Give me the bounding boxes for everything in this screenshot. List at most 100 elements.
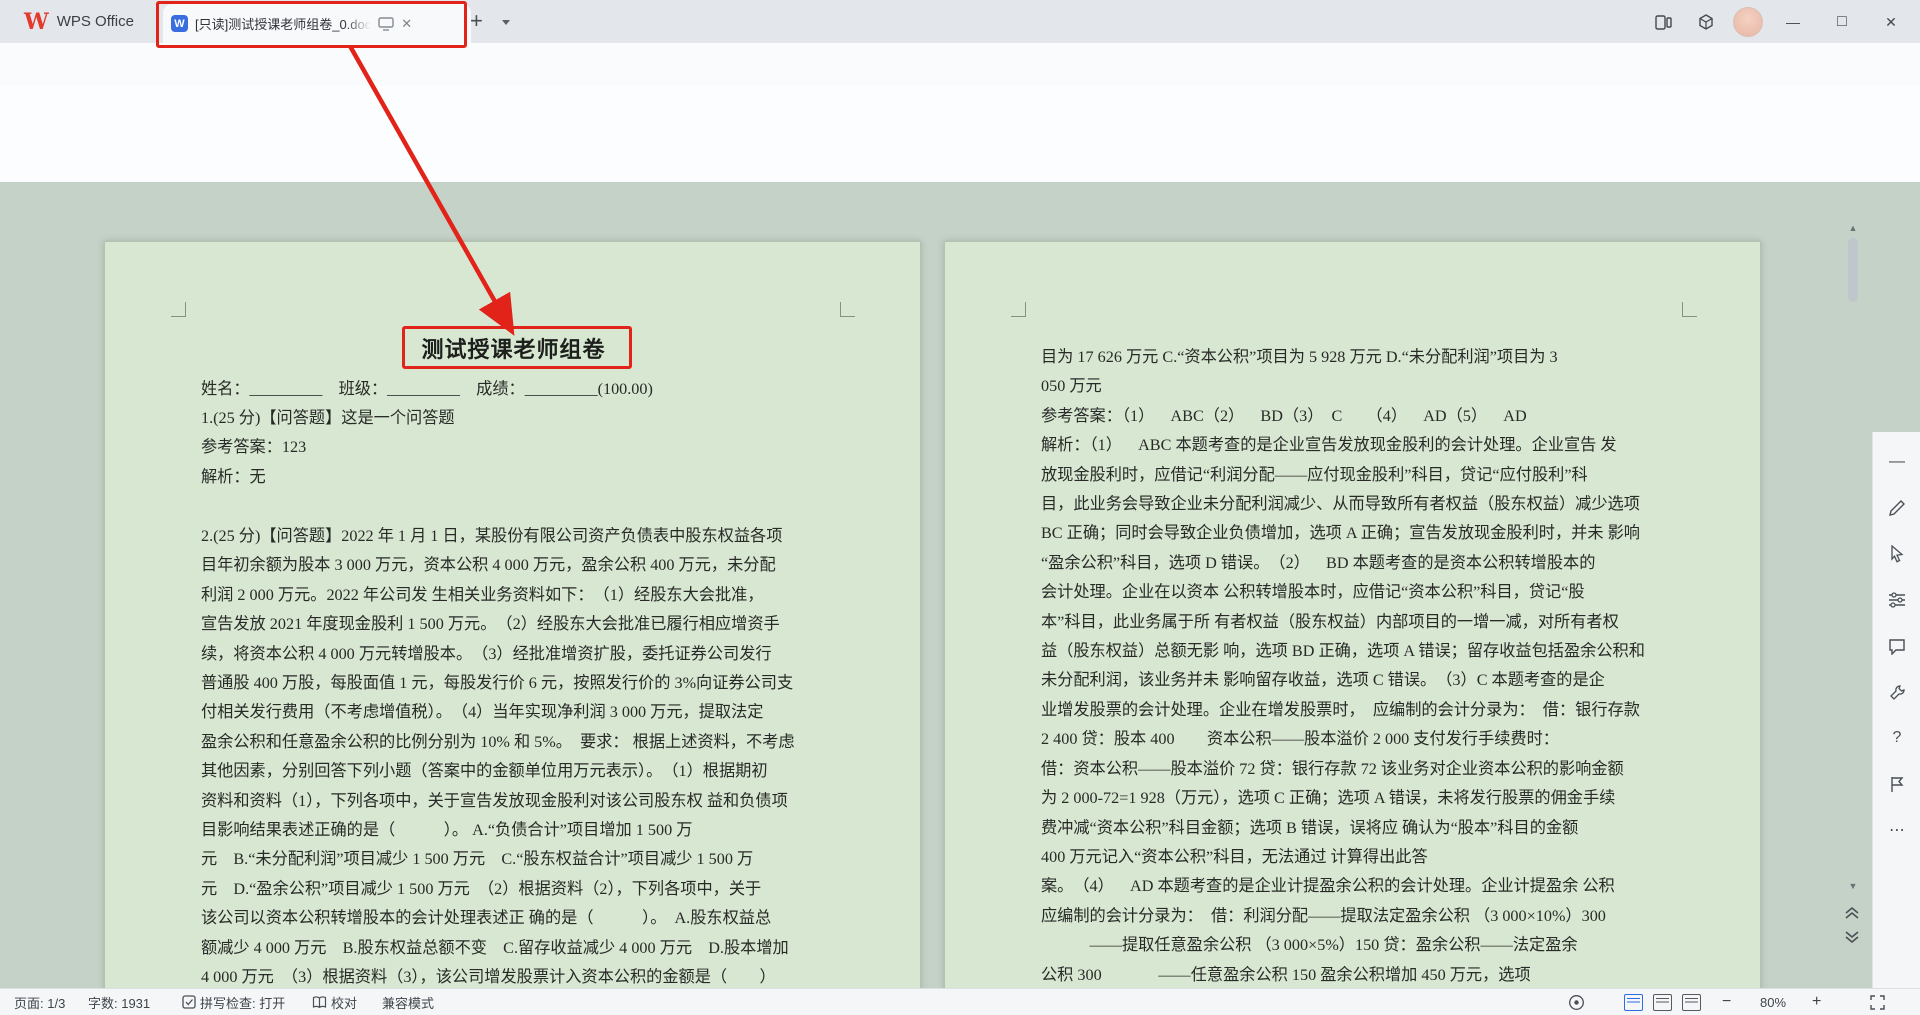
doc-text-line: 付相关发行费用（不考虑增值税）。 （4）当年实现净利润 3 000 万元，提取法… <box>201 698 795 727</box>
doc-text-line: 目为 17 626 万元 C.“资本公积”项目为 5 928 万元 D.“未分配… <box>1041 343 1645 372</box>
doc-text-line: 解析：（1） ABC 本题考查的是企业宣告发放现金股利的会计处理。企业宣告 发 <box>1041 431 1645 460</box>
side-tool-strip: — ? ⋯ <box>1872 432 1920 988</box>
doc-title: 测试授课老师组卷 <box>201 332 826 364</box>
window-close-button[interactable]: ✕ <box>1876 7 1906 37</box>
scroll-up-icon[interactable]: ▲ <box>1847 222 1859 234</box>
next-page-button[interactable] <box>1842 928 1862 946</box>
more-tools-icon[interactable]: ⋯ <box>1881 814 1913 846</box>
doc-text-line: 解析：无 <box>201 463 455 492</box>
bookmark-flag-icon[interactable] <box>1881 768 1913 800</box>
app-center-icon[interactable] <box>1691 7 1721 37</box>
doc-text-line: 会计处理。企业在以资本 公积转增股本时，应借记“资本公积”科目，贷记“股 <box>1041 578 1645 607</box>
doc-text-line: 目年初余额为股本 3 000 万元，资本公积 4 000 万元，盈余公积 400… <box>201 551 795 580</box>
document-page-2[interactable]: 目为 17 626 万元 C.“资本公积”项目为 5 928 万元 D.“未分配… <box>944 241 1761 988</box>
previous-page-button[interactable] <box>1842 904 1862 922</box>
doc-text-line: 资料和资料（1），下列各项中，关于宣告发放现金股利对该公司股东权 益和负债项 <box>201 787 795 816</box>
question1-block: 1.(25 分)【问答题】这是一个问答题参考答案：123解析：无 <box>201 404 455 492</box>
doc-text-line: 为 2 000-72=1 928（万元），选项 C 正确；选项 A 错误，未将发… <box>1041 784 1645 813</box>
doc-text-line: 参考答案：123 <box>201 433 455 462</box>
new-tab-button[interactable]: + <box>470 8 483 34</box>
status-bar: 页面: 1/3 字数: 1931 拼写检查: 打开 校对 兼容模式 − 80% … <box>0 988 1920 1015</box>
doc-text-line: 应编制的会计分录为： 借：利润分配——提取法定盈余公积 （3 000×10%）3… <box>1041 902 1645 931</box>
doc-text-line: 利润 2 000 万元。2022 年公司发 生相关业务资料如下： （1）经股东大… <box>201 581 795 610</box>
zoom-out-button[interactable]: − <box>1722 989 1731 1015</box>
doc-text-line: 费冲减“资本公积”科目金额；选项 B 错误，误将应 确认为“股本”科目的金额 <box>1041 814 1645 843</box>
doc-text-line: 普通股 400 万股，每股面值 1 元，每股发行价 6 元，按照发行价的 3%向… <box>201 669 795 698</box>
fullscreen-button[interactable] <box>1870 989 1885 1015</box>
doc-text-line: 借：资本公积——股本溢价 72 贷：银行存款 72 该业务对企业资本公积的影响金… <box>1041 755 1645 784</box>
doc-text-line: 目影响结果表述正确的是（ ）。 A.“负债合计”项目增加 1 500 万 <box>201 816 795 845</box>
doc-file-icon: W <box>171 15 188 32</box>
spellcheck-icon <box>182 995 196 1009</box>
tab-list-chevron-icon[interactable] <box>502 16 510 34</box>
eye-protection-icon[interactable] <box>1568 989 1585 1015</box>
doc-text-line: 盈余公积和任意盈余公积的比例分别为 10% 和 5%。 要求： 根据上述资料，不… <box>201 728 795 757</box>
split-window-icon[interactable] <box>1648 7 1678 37</box>
doc-text-line: 案。 （4） AD 本题考查的是企业计提盈余公积的会计处理。企业计提盈余 公积 <box>1041 872 1645 901</box>
answer-block: 目为 17 626 万元 C.“资本公积”项目为 5 928 万元 D.“未分配… <box>1041 343 1645 988</box>
doc-text-line: 400 万元记入“资本公积”科目，无法通过 计算得出此答 <box>1041 843 1645 872</box>
screen-share-icon[interactable] <box>378 17 394 31</box>
doc-text-line: 宣告发放 2021 年度现金股利 1 500 万元。 （2）经股东大会批准已履行… <box>201 610 795 639</box>
margin-corner-mark <box>171 302 186 317</box>
view-outline-mode-icon[interactable] <box>1653 994 1672 1011</box>
pointer-icon[interactable] <box>1881 538 1913 570</box>
doc-text-line: 1.(25 分)【问答题】这是一个问答题 <box>201 404 455 433</box>
app-brand-label: WPS Office <box>57 13 134 30</box>
document-tab-title: [只读]测试授课老师组卷_0.doc <box>195 14 371 33</box>
doc-text-line: 2.(25 分)【问答题】2022 年 1 月 1 日，某股份有限公司资产负债表… <box>201 522 795 551</box>
tab-close-icon[interactable]: ✕ <box>401 16 412 32</box>
doc-text-line: “盈余公积”科目，选项 D 错误。 （2） BD 本题考查的是资本公积转增股本的 <box>1041 549 1645 578</box>
word-count[interactable]: 字数: 1931 <box>88 989 150 1015</box>
doc-text-line: 本”科目，此业务属于所 有者权益（股东权益）内部项目的一增一减，对所有者权 <box>1041 608 1645 637</box>
doc-text-line: 050 万元 <box>1041 372 1645 401</box>
doc-text-line: 元 D.“盈余公积”项目减少 1 500 万元 （2）根据资料（2），下列各项中… <box>201 875 795 904</box>
compatibility-mode[interactable]: 兼容模式 <box>382 989 434 1015</box>
collapse-panel-icon[interactable]: — <box>1881 446 1913 478</box>
doc-text-line: 2 400 贷：股本 400 资本公积——股本溢价 2 000 支付发行手续费时… <box>1041 725 1645 754</box>
maximize-button[interactable]: □ <box>1827 7 1857 37</box>
zoom-level[interactable]: 80% <box>1760 989 1786 1015</box>
doc-text-line: 其他因素，分别回答下列小题（答案中的金额单位用万元表示）。 （1）根据期初 <box>201 757 795 786</box>
proofread-button[interactable]: 校对 <box>312 989 357 1015</box>
doc-text-line: 未分配利润，该业务并未 影响留存收益，选项 C 错误。 （3）C 本题考查的是企 <box>1041 666 1645 695</box>
spell-check-status[interactable]: 拼写检查: 打开 <box>182 989 285 1015</box>
help-icon[interactable]: ? <box>1881 722 1913 754</box>
doc-header-line: 姓名：_________ 班级：_________ 成绩：_________(1… <box>201 375 653 404</box>
document-canvas: 测试授课老师组卷 姓名：_________ 班级：_________ 成绩：__… <box>0 216 1920 988</box>
document-page-1[interactable]: 测试授课老师组卷 姓名：_________ 班级：_________ 成绩：__… <box>104 241 921 988</box>
doc-text-line: 公积 300 ——任意盈余公积 150 盈余公积增加 450 万元，选项 <box>1041 961 1645 988</box>
menu-bar: ☰ 文件 ↶ ↷ 开始 插入 页面 引用 审阅 视图 工具 会员专享 <box>0 43 1920 86</box>
doc-text-line: 益（股东权益）总额无影 响，选项 BD 正确，选项 A 错误；留存收益包括盈余公… <box>1041 637 1645 666</box>
margin-corner-mark <box>1011 302 1026 317</box>
view-page-mode-icon[interactable] <box>1624 994 1643 1011</box>
properties-sliders-icon[interactable] <box>1881 584 1913 616</box>
app-brand[interactable]: W WPS Office <box>14 0 144 43</box>
ribbon-toolbar: 格式刷 粘贴 ✂ 宋体 小四 A+ A− wén 文 B I U A <box>0 86 1920 183</box>
question2-block: 2.(25 分)【问答题】2022 年 1 月 1 日，某股份有限公司资产负债表… <box>201 522 795 988</box>
minimize-button[interactable]: — <box>1778 7 1808 37</box>
doc-text-line: 放现金股利时，应借记“利润分配——应付现金股利”科目，贷记“应付股利”科 <box>1041 461 1645 490</box>
doc-text-line: 元 B.“未分配利润”项目减少 1 500 万元 C.“股东权益合计”项目减少 … <box>201 845 795 874</box>
doc-text-line: 续，将资本公积 4 000 万元转增股本。 （3）经批准增资扩股，委托证券公司发… <box>201 640 795 669</box>
user-avatar[interactable] <box>1733 7 1763 37</box>
doc-text-line: 参考答案：（1） ABC（2） BD（3） C （4） AD（5） AD <box>1041 402 1645 431</box>
comment-icon[interactable] <box>1881 630 1913 662</box>
doc-text-line: BC 正确；同时会导致企业负债增加，选项 A 正确；宣告发放现金股利时，并未 影… <box>1041 519 1645 548</box>
scrollbar-thumb[interactable] <box>1848 238 1858 302</box>
window-tab-bar: W WPS Office W [只读]测试授课老师组卷_0.doc ✕ + — … <box>0 0 1920 43</box>
book-icon <box>312 996 327 1009</box>
doc-text-line: ——提取任意盈余公积 （3 000×5%）150 贷：盈余公积——法定盈余 <box>1041 931 1645 960</box>
doc-text-line: 业增发股票的会计处理。企业在增发股票时， 应编制的会计分录为： 借：银行存款 <box>1041 696 1645 725</box>
doc-text-line: 目，此业务会导致企业未分配利润减少、从而导致所有者权益（股东权益）减少选项 <box>1041 490 1645 519</box>
view-web-mode-icon[interactable] <box>1682 994 1701 1011</box>
tools-wrench-icon[interactable] <box>1881 676 1913 708</box>
scroll-down-icon[interactable]: ▼ <box>1847 880 1859 892</box>
wps-logo-icon: W <box>24 9 49 35</box>
page-indicator[interactable]: 页面: 1/3 <box>14 989 65 1015</box>
doc-text-line: 4 000 万元 （3）根据资料（3），该公司增发股票计入资本公积的金额是（ ） <box>201 963 795 988</box>
edit-pen-icon[interactable] <box>1881 492 1913 524</box>
doc-text-line: 额减少 4 000 万元 B.股东权益总额不变 C.留存收益减少 4 000 万… <box>201 934 795 963</box>
zoom-in-button[interactable]: + <box>1812 989 1821 1015</box>
document-tab[interactable]: W [只读]测试授课老师组卷_0.doc ✕ <box>163 4 471 43</box>
